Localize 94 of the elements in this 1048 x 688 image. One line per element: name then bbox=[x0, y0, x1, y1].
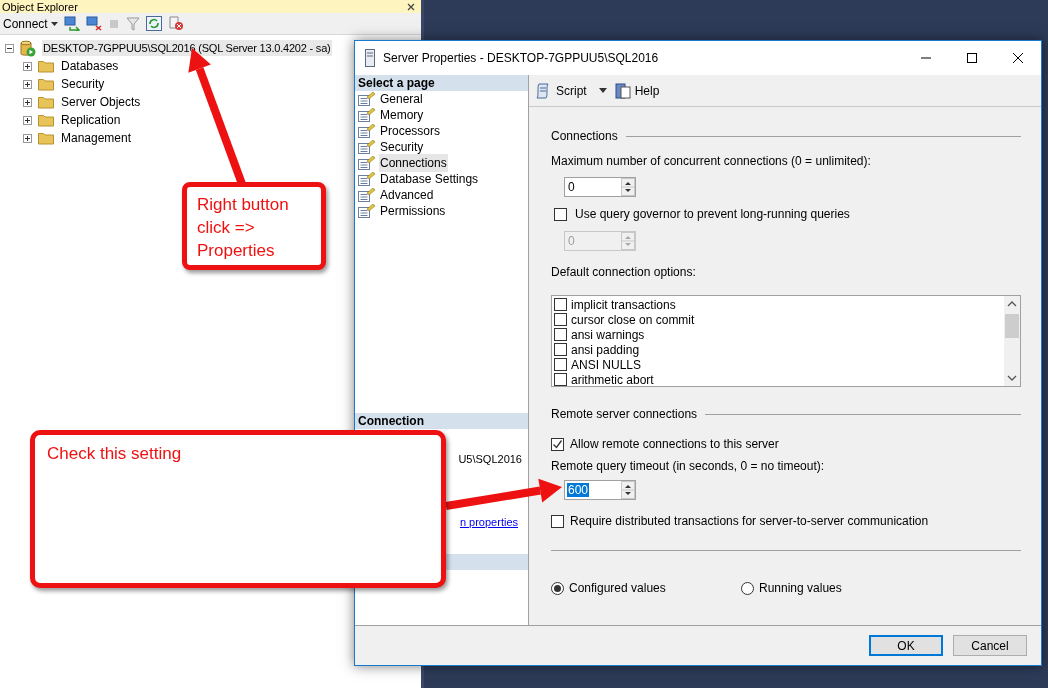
connect-icon[interactable] bbox=[63, 16, 80, 31]
spin-buttons[interactable] bbox=[621, 481, 635, 499]
script-delete-icon[interactable] bbox=[167, 16, 184, 31]
maximize-icon bbox=[967, 53, 977, 63]
folder-icon bbox=[38, 131, 54, 145]
tree-item[interactable]: Management bbox=[60, 129, 133, 147]
field-label: Maximum number of concurrent connections (0 = unlimited): bbox=[551, 153, 872, 170]
checkbox[interactable] bbox=[554, 313, 567, 326]
page-icon bbox=[358, 156, 375, 170]
checkbox-label: Require distributed transactions for server-to-server communication bbox=[570, 513, 929, 530]
page-icon bbox=[358, 92, 375, 106]
tree-item[interactable]: Server Objects bbox=[60, 93, 142, 111]
checkbox[interactable] bbox=[554, 358, 567, 371]
server-icon bbox=[365, 49, 375, 67]
checkbox[interactable] bbox=[554, 298, 567, 311]
caret-icon bbox=[50, 21, 58, 26]
section-header: Select a page bbox=[355, 75, 528, 91]
page-icon bbox=[358, 140, 375, 154]
field-label: Default connection options: bbox=[551, 264, 697, 281]
group-title: Remote server connections bbox=[551, 406, 698, 423]
page-item[interactable]: Permissions bbox=[379, 202, 447, 220]
page-item[interactable]: Database Settings bbox=[379, 170, 480, 188]
checkbox[interactable] bbox=[554, 343, 567, 356]
window-title: Server Properties - DESKTOP-7GPPUU5\SQL2016 bbox=[383, 50, 660, 67]
tree-item[interactable]: Security bbox=[60, 75, 106, 93]
expand-icon[interactable] bbox=[23, 97, 32, 107]
radio-button[interactable] bbox=[551, 581, 564, 595]
option-label: implicit transactions bbox=[571, 296, 676, 314]
properties-link[interactable]: n properties bbox=[459, 513, 518, 530]
tree-item[interactable]: Replication bbox=[60, 111, 122, 129]
group-title: Connections bbox=[551, 128, 618, 145]
field-value: 0 bbox=[567, 180, 576, 194]
checkbox-label: Allow remote connections to this server bbox=[570, 436, 779, 453]
dialog-button[interactable]: OK bbox=[869, 635, 943, 656]
page-item[interactable]: Memory bbox=[379, 106, 425, 124]
page-icon bbox=[358, 172, 375, 186]
expand-icon[interactable] bbox=[23, 61, 32, 71]
panel-title: Object Explorer bbox=[2, 0, 78, 13]
option-label: ANSI NULLS bbox=[571, 357, 642, 374]
page-icon bbox=[358, 124, 375, 138]
expand-icon[interactable] bbox=[23, 79, 32, 89]
dropdown-icon[interactable] bbox=[598, 88, 607, 93]
tree-item[interactable]: DESKTOP-7GPPUU5\SQL2016 (SQL Server 13.0.4202 - sa) bbox=[42, 39, 332, 57]
expand-icon[interactable] bbox=[23, 115, 32, 125]
page-icon bbox=[358, 204, 375, 218]
callout-text: Right button click => Properties bbox=[197, 194, 290, 262]
folder-icon bbox=[38, 113, 54, 127]
radio-label: Configured values bbox=[569, 580, 666, 597]
dialog-button[interactable]: Cancel bbox=[953, 635, 1027, 656]
page-item[interactable]: Advanced bbox=[379, 186, 435, 204]
page-icon bbox=[358, 188, 375, 202]
field-label: Remote query timeout (in seconds, 0 = no timeout): bbox=[551, 458, 826, 475]
page-item[interactable]: Connections bbox=[379, 154, 448, 172]
spin-buttons[interactable] bbox=[621, 178, 635, 196]
close-icon[interactable] bbox=[407, 2, 415, 11]
option-label: ansi warnings bbox=[571, 326, 645, 344]
page-item[interactable]: General bbox=[379, 90, 424, 108]
help-icon bbox=[614, 82, 631, 99]
script-icon bbox=[536, 82, 552, 99]
folder-icon bbox=[38, 59, 54, 73]
option-label: ansi padding bbox=[571, 342, 640, 359]
page-item[interactable]: Processors bbox=[379, 122, 442, 140]
checkbox-label: Use query governor to prevent long-running queries bbox=[575, 206, 850, 223]
field-value: 600 bbox=[567, 483, 590, 497]
checkbox[interactable] bbox=[554, 373, 567, 386]
radio-button[interactable] bbox=[741, 581, 754, 595]
server-name: U5\SQL2016 bbox=[458, 452, 522, 467]
option-label: cursor close on commit bbox=[571, 312, 695, 329]
page-item[interactable]: Security bbox=[379, 138, 425, 156]
server-icon bbox=[20, 39, 36, 57]
field-value: 0 bbox=[567, 234, 576, 248]
callout-text: Check this setting bbox=[47, 443, 183, 465]
section-header: Connection bbox=[355, 413, 528, 429]
refresh-icon[interactable] bbox=[145, 16, 162, 31]
checkbox[interactable] bbox=[554, 207, 567, 221]
folder-icon bbox=[38, 77, 54, 91]
collapse-icon[interactable] bbox=[5, 43, 14, 53]
number-field[interactable]: 600 bbox=[564, 480, 636, 500]
tree-item[interactable]: Databases bbox=[60, 57, 120, 75]
number-field[interactable]: 0 bbox=[564, 177, 636, 197]
help-button[interactable]: Help bbox=[634, 81, 660, 100]
checkbox[interactable] bbox=[551, 514, 564, 528]
close-icon bbox=[1013, 53, 1023, 63]
checkbox[interactable] bbox=[551, 437, 564, 451]
scrollbar[interactable] bbox=[1004, 296, 1020, 386]
connect-button[interactable]: Connect bbox=[3, 14, 58, 33]
checkbox[interactable] bbox=[554, 328, 567, 341]
folder-icon bbox=[38, 95, 54, 109]
page-icon bbox=[358, 108, 375, 122]
option-label: arithmetic abort bbox=[571, 371, 654, 389]
disconnect-icon[interactable] bbox=[85, 16, 102, 31]
expand-icon[interactable] bbox=[23, 133, 32, 143]
script-button[interactable]: Script bbox=[556, 81, 587, 100]
radio-label: Running values bbox=[759, 580, 842, 597]
